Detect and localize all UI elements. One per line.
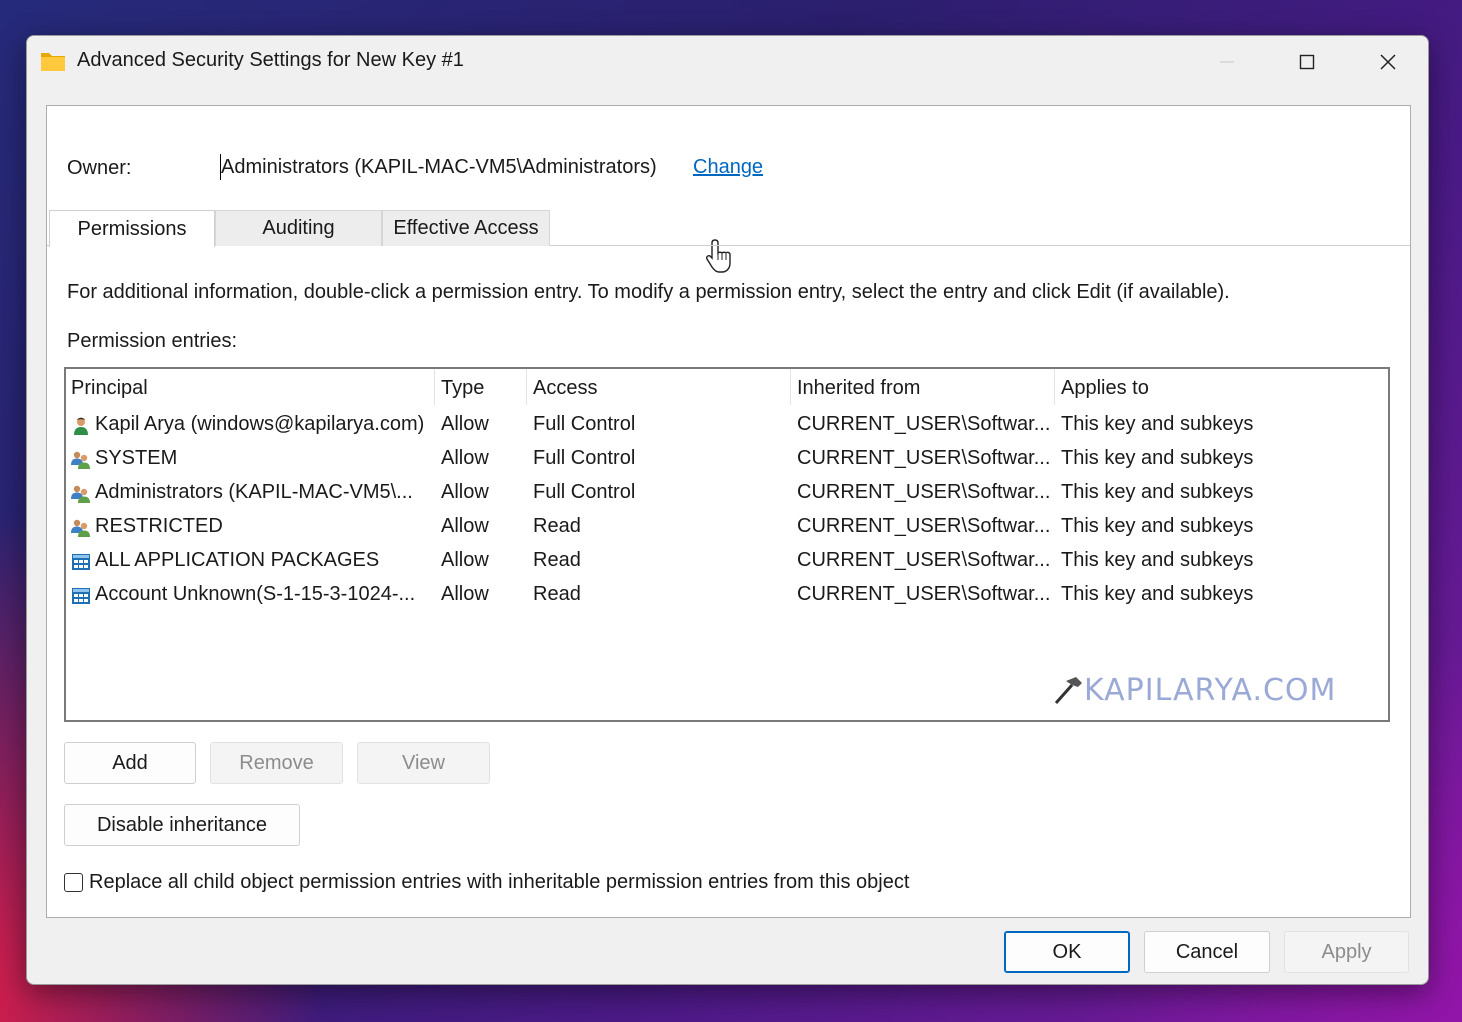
cell-applies-to: This key and subkeys bbox=[1061, 583, 1254, 605]
cell-inherited-from: CURRENT_USER\Softwar... bbox=[797, 413, 1051, 435]
cell-type: Allow bbox=[441, 549, 489, 571]
cell-principal: RESTRICTED bbox=[95, 515, 223, 537]
cell-principal: SYSTEM bbox=[95, 447, 178, 469]
column-header-applies-to[interactable]: Applies to bbox=[1061, 377, 1149, 400]
security-settings-window: Advanced Security Settings for New Key #… bbox=[26, 35, 1429, 985]
column-divider[interactable] bbox=[790, 369, 791, 405]
tab-auditing[interactable]: Auditing bbox=[215, 210, 382, 246]
cell-principal: Account Unknown(S-1-15-3-1024-... bbox=[95, 583, 416, 605]
cell-principal: Administrators (KAPIL-MAC-VM5\... bbox=[95, 481, 413, 503]
cell-type: Allow bbox=[441, 515, 489, 537]
column-divider[interactable] bbox=[1054, 369, 1055, 405]
window-title: Advanced Security Settings for New Key #… bbox=[77, 49, 464, 71]
user-icon bbox=[74, 417, 88, 435]
settings-panel: Owner: Administrators (KAPIL-MAC-VM5\Adm… bbox=[46, 105, 1411, 918]
replace-child-entries-checkbox[interactable] bbox=[64, 873, 83, 892]
title-bar[interactable]: Advanced Security Settings for New Key #… bbox=[27, 36, 1428, 88]
minimize-icon bbox=[1220, 61, 1234, 63]
hammer-icon bbox=[1054, 677, 1082, 704]
add-button[interactable]: Add bbox=[64, 742, 196, 784]
table-row[interactable]: Account Unknown(S-1-15-3-1024-... Allow … bbox=[66, 579, 1388, 613]
tab-permissions-label: Permissions bbox=[77, 217, 187, 240]
disable-inheritance-button[interactable]: Disable inheritance bbox=[64, 804, 300, 846]
ok-button-label: OK bbox=[1052, 940, 1082, 963]
package-icon bbox=[72, 554, 90, 570]
tab-effective-access[interactable]: Effective Access bbox=[382, 210, 550, 246]
hand-cursor-icon bbox=[706, 239, 731, 273]
cell-type: Allow bbox=[441, 583, 489, 605]
remove-button[interactable]: Remove bbox=[210, 742, 343, 784]
cell-inherited-from: CURRENT_USER\Softwar... bbox=[797, 447, 1051, 469]
cell-applies-to: This key and subkeys bbox=[1061, 481, 1254, 503]
cell-inherited-from: CURRENT_USER\Softwar... bbox=[797, 549, 1051, 571]
apply-button-label: Apply bbox=[1321, 940, 1372, 963]
column-divider[interactable] bbox=[434, 369, 435, 405]
cell-principal: Kapil Arya (windows@kapilarya.com) bbox=[95, 413, 425, 435]
remove-button-label: Remove bbox=[239, 751, 314, 774]
column-header-principal[interactable]: Principal bbox=[71, 377, 148, 400]
watermark-text: KAPILARYA.COM bbox=[1084, 673, 1337, 708]
change-owner-link[interactable]: Change bbox=[693, 156, 763, 179]
cell-principal: ALL APPLICATION PACKAGES bbox=[95, 549, 380, 571]
column-divider[interactable] bbox=[526, 369, 527, 405]
column-header-inherited-from[interactable]: Inherited from bbox=[797, 377, 920, 400]
apply-button[interactable]: Apply bbox=[1284, 931, 1409, 973]
cell-access: Full Control bbox=[533, 481, 636, 503]
cell-applies-to: This key and subkeys bbox=[1061, 413, 1254, 435]
cell-type: Allow bbox=[441, 447, 489, 469]
group-icon bbox=[71, 519, 90, 537]
tab-effective-access-label: Effective Access bbox=[393, 217, 539, 239]
table-row[interactable]: ALL APPLICATION PACKAGES Allow Read CURR… bbox=[66, 545, 1388, 579]
add-button-label: Add bbox=[112, 751, 148, 774]
cell-inherited-from: CURRENT_USER\Softwar... bbox=[797, 583, 1051, 605]
cell-applies-to: This key and subkeys bbox=[1061, 447, 1254, 469]
cancel-button[interactable]: Cancel bbox=[1144, 931, 1270, 973]
cancel-button-label: Cancel bbox=[1175, 940, 1239, 963]
permission-entries-list[interactable]: Principal Type Access Inherited from App… bbox=[64, 367, 1390, 722]
table-row[interactable]: Kapil Arya (windows@kapilarya.com) Allow… bbox=[66, 409, 1388, 443]
folder-icon bbox=[41, 53, 65, 71]
cell-type: Allow bbox=[441, 413, 489, 435]
info-text: For additional information, double-click… bbox=[67, 281, 1230, 303]
maximize-icon bbox=[1299, 54, 1315, 70]
column-header-access[interactable]: Access bbox=[533, 377, 597, 400]
cell-applies-to: This key and subkeys bbox=[1061, 515, 1254, 537]
table-row[interactable]: RESTRICTED Allow Read CURRENT_USER\Softw… bbox=[66, 511, 1388, 545]
owner-value: Administrators (KAPIL-MAC-VM5\Administra… bbox=[221, 156, 657, 178]
cell-inherited-from: CURRENT_USER\Softwar... bbox=[797, 481, 1051, 503]
close-icon bbox=[1380, 54, 1396, 70]
group-icon bbox=[71, 485, 90, 503]
ok-button[interactable]: OK bbox=[1004, 931, 1130, 973]
cell-access: Read bbox=[533, 549, 581, 571]
cell-type: Allow bbox=[441, 481, 489, 503]
package-icon bbox=[72, 588, 90, 604]
table-row[interactable]: SYSTEM Allow Full Control CURRENT_USER\S… bbox=[66, 443, 1388, 477]
column-header-type[interactable]: Type bbox=[441, 377, 484, 400]
group-icon bbox=[71, 451, 90, 469]
replace-child-entries-label[interactable]: Replace all child object permission entr… bbox=[89, 871, 909, 894]
tab-auditing-label: Auditing bbox=[262, 217, 335, 239]
permission-entries-label: Permission entries: bbox=[67, 330, 238, 352]
cell-access: Read bbox=[533, 583, 581, 605]
disable-inheritance-label: Disable inheritance bbox=[96, 813, 268, 836]
tab-permissions[interactable]: Permissions bbox=[49, 210, 215, 247]
cell-applies-to: This key and subkeys bbox=[1061, 549, 1254, 571]
maximize-button[interactable] bbox=[1267, 42, 1347, 82]
close-button[interactable] bbox=[1348, 42, 1428, 82]
view-button[interactable]: View bbox=[357, 742, 490, 784]
minimize-button[interactable] bbox=[1187, 42, 1267, 82]
table-row[interactable]: Administrators (KAPIL-MAC-VM5\... Allow … bbox=[66, 477, 1388, 511]
owner-label: Owner: bbox=[67, 157, 132, 179]
cell-access: Full Control bbox=[533, 413, 636, 435]
view-button-label: View bbox=[402, 751, 445, 774]
cell-access: Full Control bbox=[533, 447, 636, 469]
cell-inherited-from: CURRENT_USER\Softwar... bbox=[797, 515, 1051, 537]
cell-access: Read bbox=[533, 515, 581, 537]
